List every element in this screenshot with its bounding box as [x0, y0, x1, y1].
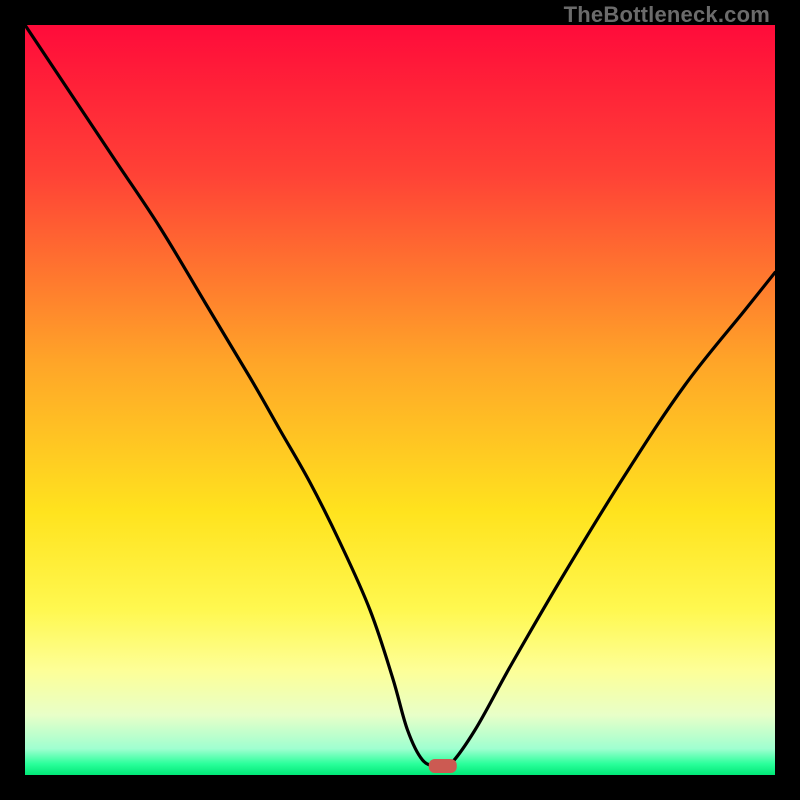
chart-frame	[25, 25, 775, 775]
bottleneck-chart	[25, 25, 775, 775]
gradient-background	[25, 25, 775, 775]
optimal-point-marker	[429, 759, 457, 773]
watermark-text: TheBottleneck.com	[564, 2, 770, 28]
